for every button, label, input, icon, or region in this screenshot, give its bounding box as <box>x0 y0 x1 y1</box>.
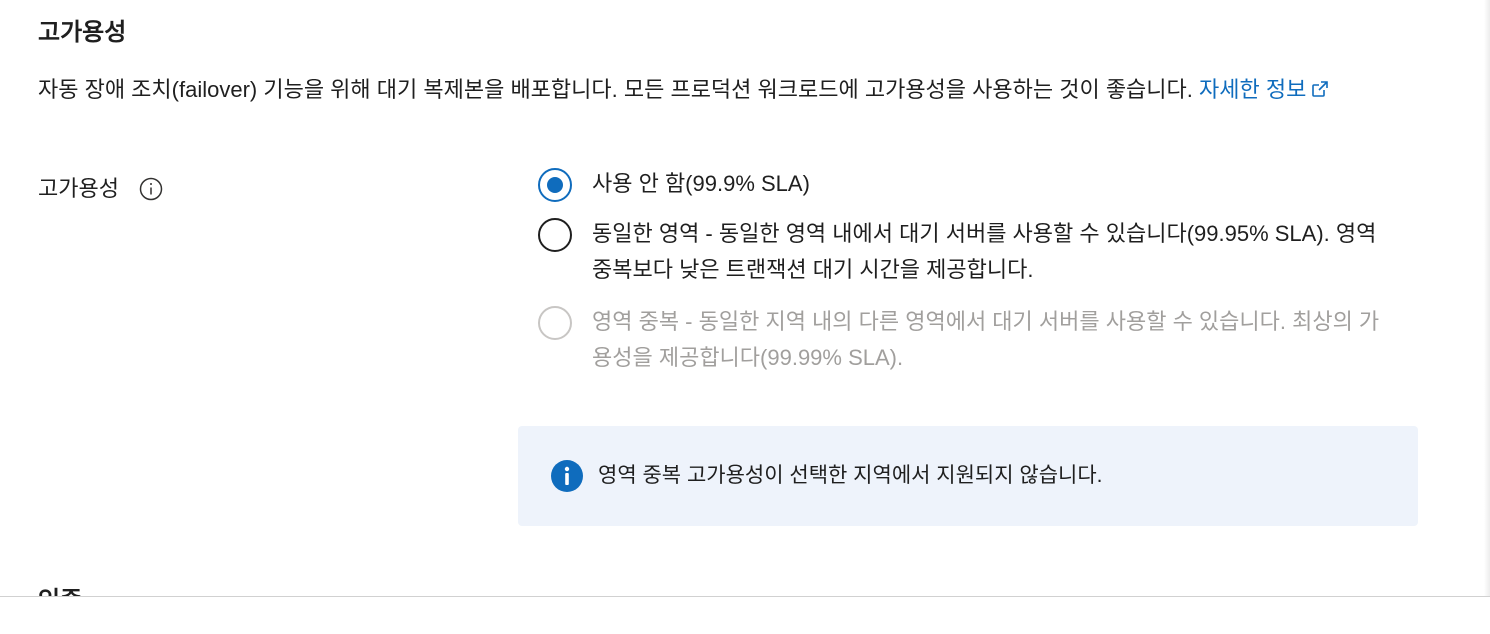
scrollbar-edge <box>1484 0 1490 596</box>
description-text: 자동 장애 조치(failover) 기능을 위해 대기 복제본을 배포합니다.… <box>38 77 1193 102</box>
radio-option-zone-redundant: 영역 중복 - 동일한 지역 내의 다른 영역에서 대기 서버를 사용할 수 있… <box>538 304 1398 376</box>
radio-button-disabled <box>538 306 572 340</box>
radio-option-label[interactable]: 동일한 영역 - 동일한 영역 내에서 대기 서버를 사용할 수 있습니다(99… <box>592 216 1382 288</box>
radio-button[interactable] <box>538 218 572 252</box>
section-description: 자동 장애 조치(failover) 기능을 위해 대기 복제본을 배포합니다.… <box>38 74 1418 106</box>
learn-more-label[interactable]: 자세한 정보 <box>1199 77 1306 102</box>
radio-option-label[interactable]: 사용 안 함(99.9% SLA) <box>592 166 1382 202</box>
next-section-title: 인증 <box>38 582 82 596</box>
info-filled-icon <box>551 460 583 492</box>
info-message-bar: 영역 중복 고가용성이 선택한 지역에서 지원되지 않습니다. <box>518 426 1418 526</box>
field-label-row: 고가용성 <box>38 170 163 208</box>
radio-option-label: 영역 중복 - 동일한 지역 내의 다른 영역에서 대기 서버를 사용할 수 있… <box>592 309 1380 370</box>
high-availability-label: 고가용성 <box>38 176 119 201</box>
section-title: 고가용성 <box>38 19 127 46</box>
high-availability-radio-group: 사용 안 함(99.9% SLA) 동일한 영역 - 동일한 영역 내에서 대기… <box>538 166 1398 390</box>
page: 고가용성 자동 장애 조치(failover) 기능을 위해 대기 복제본을 배… <box>0 0 1490 634</box>
radio-option-same-zone[interactable]: 동일한 영역 - 동일한 영역 내에서 대기 서버를 사용할 수 있습니다(99… <box>538 216 1398 288</box>
radio-button-selected[interactable] <box>538 168 572 202</box>
external-link-icon[interactable] <box>1310 79 1330 99</box>
info-circle-icon[interactable] <box>139 177 163 201</box>
radio-option-disabled-ha[interactable]: 사용 안 함(99.9% SLA) <box>538 166 1398 202</box>
info-message-text: 영역 중복 고가용성이 선택한 지역에서 지원되지 않습니다. <box>598 464 1103 487</box>
learn-more-link[interactable]: 자세한 정보 <box>1199 77 1330 102</box>
bottom-bar <box>0 596 1490 634</box>
